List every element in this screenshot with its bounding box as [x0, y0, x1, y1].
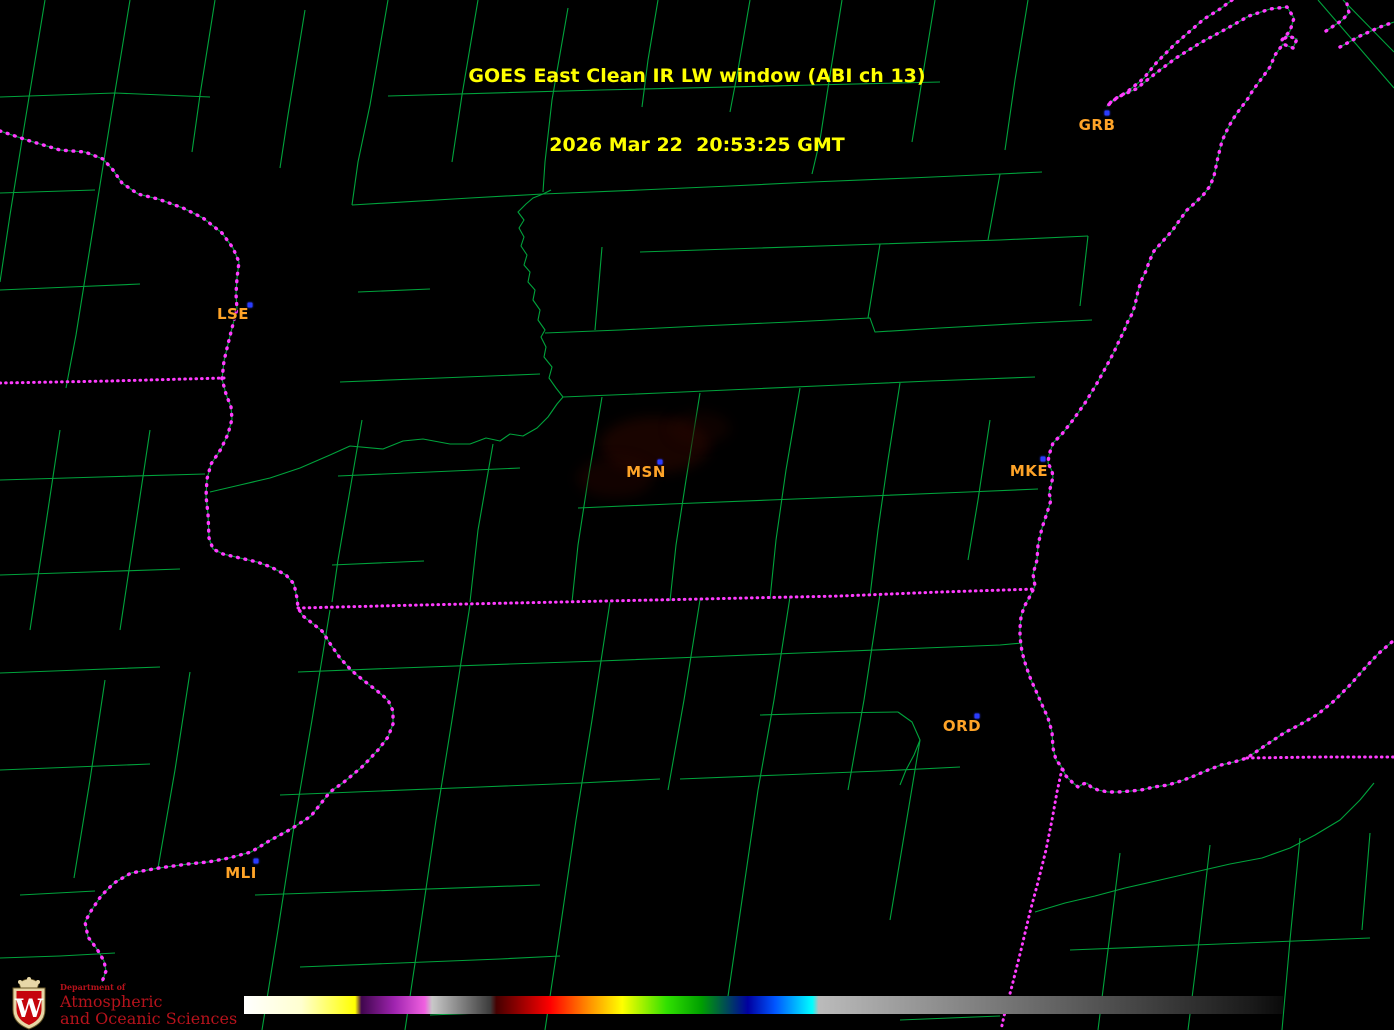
shoreline-outline: [0, 130, 394, 983]
county-boundary-line: [929, 376, 1036, 382]
station-label-ord: ORD: [942, 717, 982, 735]
ir-enhancement-colorbar: [244, 996, 1283, 1014]
county-boundary-line: [469, 443, 494, 603]
county-boundary-line: [157, 671, 191, 869]
county-boundary-line: [0, 763, 151, 771]
county-boundary-line: [967, 419, 991, 561]
political-boundary-dotted-line: [296, 587, 1038, 610]
county-boundary-line: [571, 396, 603, 603]
uw-crest-icon: W: [12, 977, 46, 1030]
political-boundary-dotted-line: [999, 767, 1064, 1030]
county-boundary-line: [0, 473, 206, 481]
county-boundary-line: [73, 679, 106, 879]
county-boundary-line: [0, 952, 116, 959]
county-boundary-line: [1069, 937, 1371, 951]
logo-name-line2: and Oceanic Sciences: [60, 1009, 238, 1028]
station-label-msn: MSN: [626, 463, 666, 481]
uw-aos-logo: W Department of Atmospheric and Oceanic …: [4, 976, 237, 1030]
satellite-display: GOES East Clean IR LW window (ABI ch 13)…: [0, 0, 1394, 1030]
county-boundary-line: [337, 467, 521, 477]
county-boundary-line: [254, 884, 541, 896]
title-line1: GOES East Clean IR LW window (ABI ch 13): [468, 65, 926, 87]
county-boundary-line: [867, 243, 881, 319]
county-boundary-line: [0, 283, 141, 291]
county-boundary-line: [594, 246, 603, 331]
county-boundary-line: [899, 1015, 1001, 1021]
county-boundary-line: [889, 739, 921, 921]
station-label-lse: LSE: [216, 305, 250, 323]
county-boundary-line: [679, 766, 961, 780]
svg-text:W: W: [14, 994, 44, 1023]
county-boundary-line: [331, 560, 425, 566]
political-boundary-dotted-line: [1245, 755, 1394, 760]
political-boundary-dotted-line: [0, 129, 395, 984]
county-boundary-line: [339, 373, 541, 383]
county-boundary-line: [544, 317, 941, 334]
county-boundary-line: [209, 189, 564, 493]
county-boundary-line: [404, 604, 471, 1030]
county-boundary-line: [0, 666, 161, 674]
political-boundary-dotted-line: [0, 376, 226, 385]
county-boundary-line: [759, 711, 899, 716]
county-boundary-line: [667, 599, 701, 791]
logo-text: Department of Atmospheric and Oceanic Sc…: [60, 982, 237, 1027]
county-boundary-line: [939, 319, 1093, 329]
logo-name-line1: Atmospheric: [60, 992, 163, 1011]
county-boundary-line: [119, 429, 151, 631]
station-label-mli: MLI: [225, 864, 257, 882]
station-label-mke: MKE: [1009, 462, 1049, 480]
county-boundary-line: [869, 382, 901, 597]
county-boundary-line: [0, 568, 181, 576]
county-boundary-line: [357, 288, 431, 293]
county-boundary-line: [29, 429, 61, 631]
county-boundary-line: [544, 601, 611, 1030]
county-boundary-line: [261, 609, 331, 1030]
station-dot-mli: [253, 858, 259, 864]
county-boundary-line: [847, 593, 881, 791]
county-boundary-line: [1281, 837, 1301, 1030]
county-boundary-line: [562, 380, 931, 398]
image-title: GOES East Clean IR LW window (ABI ch 13)…: [0, 19, 1394, 203]
county-boundary-line: [577, 488, 1039, 509]
county-boundary-line: [297, 642, 1023, 673]
county-boundary-line: [1361, 832, 1371, 931]
station-dot-grb: [1104, 110, 1110, 116]
title-line2: 2026 Mar 22 20:53:25 GMT: [549, 134, 845, 156]
county-boundary-line: [299, 955, 561, 968]
county-boundary-line: [1079, 235, 1089, 307]
county-boundary-line: [897, 711, 921, 786]
county-boundary-line: [725, 596, 791, 1011]
logo-dept-line: Department of: [60, 982, 126, 992]
county-boundary-line: [769, 387, 801, 600]
faint-ir-cloud: [670, 412, 730, 444]
county-boundary-line: [639, 235, 1089, 253]
station-label-grb: GRB: [1078, 116, 1116, 134]
county-boundary-line: [19, 890, 96, 896]
station-dot-mke: [1040, 456, 1046, 462]
